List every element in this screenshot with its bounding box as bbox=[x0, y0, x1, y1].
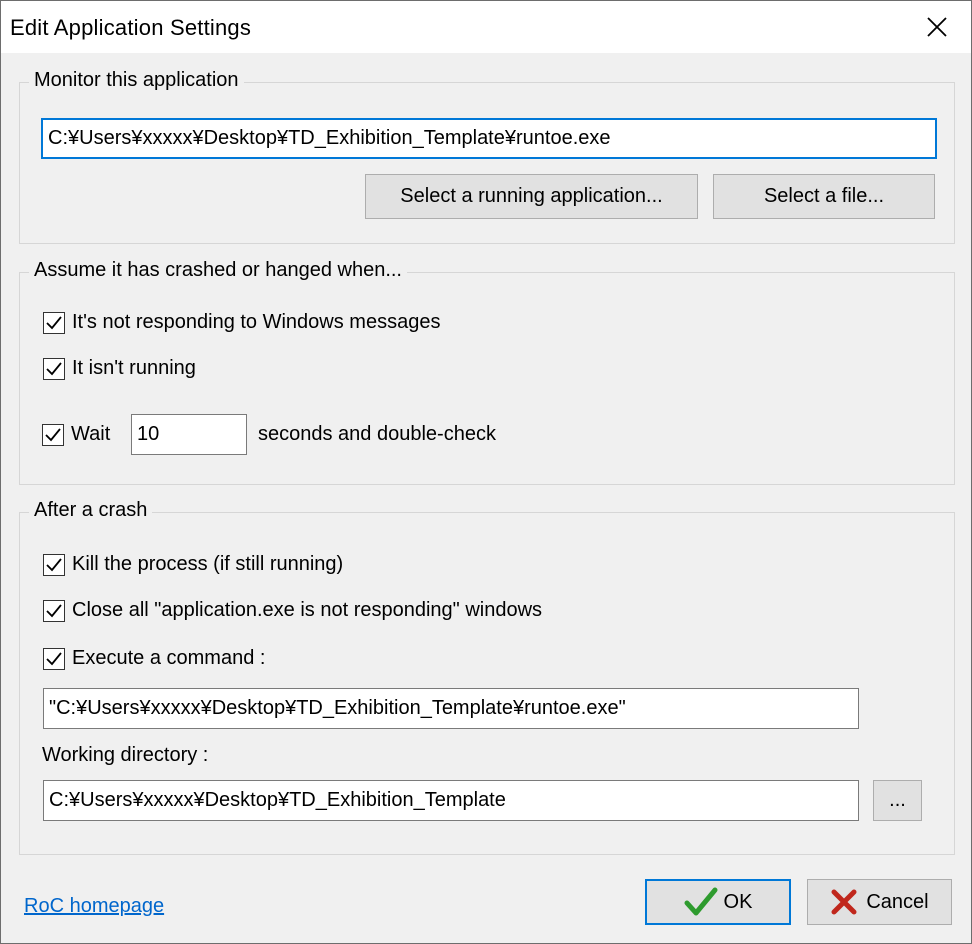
title-bar: Edit Application Settings bbox=[1, 1, 971, 53]
checkmark-icon bbox=[45, 427, 61, 441]
execute-command-checkbox[interactable]: Execute a command : bbox=[43, 647, 265, 670]
command-input[interactable]: "C:¥Users¥xxxxx¥Desktop¥TD_Exhibition_Te… bbox=[43, 688, 859, 729]
close-icon bbox=[927, 17, 947, 37]
red-x-icon bbox=[831, 889, 857, 915]
command-value: "C:¥Users¥xxxxx¥Desktop¥TD_Exhibition_Te… bbox=[49, 697, 626, 719]
browse-directory-label: ... bbox=[889, 789, 906, 811]
checkbox-box[interactable] bbox=[43, 599, 65, 622]
window-title: Edit Application Settings bbox=[10, 15, 252, 40]
close-button[interactable] bbox=[903, 1, 971, 53]
assume-group: Assume it has crashed or hanged when... … bbox=[19, 259, 955, 485]
assume-legend: Assume it has crashed or hanged when... bbox=[29, 259, 407, 282]
after-crash-group: After a crash Kill the process (if still… bbox=[19, 499, 955, 855]
select-file-button[interactable]: Select a file... bbox=[713, 174, 935, 219]
not-responding-checkbox[interactable]: It's not responding to Windows messages bbox=[43, 311, 440, 334]
checkmark-icon bbox=[46, 557, 62, 571]
checkbox-box[interactable] bbox=[43, 311, 65, 334]
checkbox-box[interactable] bbox=[43, 647, 65, 670]
cancel-label: Cancel bbox=[866, 890, 929, 913]
green-check-icon bbox=[684, 887, 718, 916]
wait-label: Wait bbox=[71, 423, 111, 445]
checkmark-icon bbox=[46, 315, 62, 329]
monitor-legend: Monitor this application bbox=[29, 69, 244, 92]
checkmark-icon bbox=[46, 603, 62, 617]
working-directory-value: C:¥Users¥xxxxx¥Desktop¥TD_Exhibition_Tem… bbox=[49, 789, 506, 811]
checkbox-box[interactable] bbox=[43, 553, 65, 576]
after-crash-legend: After a crash bbox=[29, 499, 153, 522]
wait-seconds-input[interactable]: 10 bbox=[131, 414, 247, 455]
not-responding-label: It's not responding to Windows messages bbox=[72, 311, 441, 333]
application-path-value: C:¥Users¥xxxxx¥Desktop¥TD_Exhibition_Tem… bbox=[48, 127, 611, 149]
application-path-input[interactable]: C:¥Users¥xxxxx¥Desktop¥TD_Exhibition_Tem… bbox=[41, 118, 937, 159]
checkbox-box[interactable] bbox=[43, 357, 65, 380]
dialog-window: Edit Application Settings Monitor this a… bbox=[0, 0, 972, 944]
ok-label: OK bbox=[723, 890, 753, 913]
wait-seconds-value: 10 bbox=[137, 423, 160, 445]
not-running-checkbox[interactable]: It isn't running bbox=[43, 357, 196, 380]
monitor-group: Monitor this application C:¥Users¥xxxxx¥… bbox=[19, 69, 955, 244]
working-directory-label: Working directory : bbox=[42, 744, 209, 766]
select-file-label: Select a file... bbox=[763, 185, 885, 207]
kill-process-label: Kill the process (if still running) bbox=[72, 553, 344, 575]
wait-suffix-label: seconds and double-check bbox=[258, 423, 496, 445]
checkbox-box[interactable] bbox=[42, 423, 64, 446]
roc-homepage-link[interactable]: RoC homepage bbox=[24, 895, 164, 918]
close-not-responding-label: Close all "application.exe is not respon… bbox=[72, 599, 543, 621]
browse-directory-button[interactable]: ... bbox=[873, 780, 922, 821]
select-running-application-label: Select a running application... bbox=[400, 185, 663, 207]
close-not-responding-checkbox[interactable]: Close all "application.exe is not respon… bbox=[43, 599, 542, 622]
working-directory-input[interactable]: C:¥Users¥xxxxx¥Desktop¥TD_Exhibition_Tem… bbox=[43, 780, 859, 821]
execute-command-label: Execute a command : bbox=[72, 647, 266, 669]
not-running-label: It isn't running bbox=[72, 357, 196, 379]
checkmark-icon bbox=[46, 361, 62, 375]
ok-button[interactable]: OK bbox=[645, 879, 791, 925]
checkmark-icon bbox=[46, 651, 62, 665]
select-running-application-button[interactable]: Select a running application... bbox=[365, 174, 698, 219]
wait-checkbox[interactable]: Wait bbox=[42, 423, 110, 446]
cancel-button[interactable]: Cancel bbox=[807, 879, 952, 925]
kill-process-checkbox[interactable]: Kill the process (if still running) bbox=[43, 553, 343, 576]
